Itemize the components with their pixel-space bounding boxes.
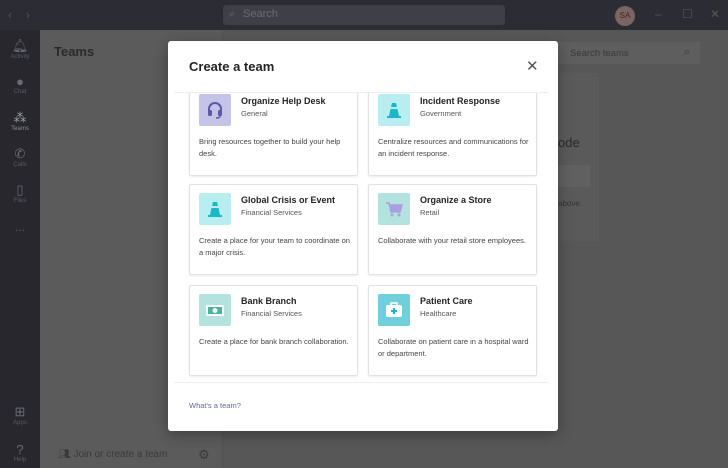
template-list[interactable]: Organize Help Desk General Bring resourc… [174, 92, 548, 383]
template-description: Create a place for your team to coordina… [199, 236, 350, 257]
avatar[interactable]: SA [615, 6, 635, 26]
rail-label: Teams [11, 126, 29, 132]
chat-icon: ● [16, 74, 24, 89]
template-category: Financial Services [241, 208, 302, 217]
create-team-dialog: Create a team ✕ Organize Help Desk Gener… [168, 41, 558, 431]
template-description: Collaborate with your retail store emplo… [378, 236, 526, 245]
back-icon[interactable]: ‹ [8, 8, 12, 22]
shopping-cart-icon [378, 193, 410, 225]
rail-apps[interactable]: ⊞ Apps [0, 404, 40, 426]
template-description: Centralize resources and communications … [378, 137, 529, 158]
headset-icon [199, 94, 231, 126]
template-card[interactable]: Patient Care Healthcare Collaborate on p… [368, 285, 537, 376]
template-card[interactable]: Incident Response Government Centralize … [368, 93, 537, 176]
add-team-icon: 👥︎ [58, 449, 74, 460]
template-name: Bank Branch [241, 296, 297, 306]
template-card[interactable]: Organize a Store Retail Collaborate with… [368, 184, 537, 275]
close-window-button[interactable]: ✕ [710, 7, 720, 21]
template-description: Collaborate on patient care in a hospita… [378, 337, 529, 358]
traffic-cone-icon [199, 193, 231, 225]
rail-chat[interactable]: ● Chat [0, 74, 40, 95]
traffic-cone-icon [378, 94, 410, 126]
template-name: Patient Care [420, 296, 473, 306]
teams-icon: ⁂ [13, 110, 27, 125]
more-icon: ... [14, 220, 25, 234]
join-label: Join or create a team [73, 449, 168, 460]
rail-help[interactable]: ? Help [0, 442, 40, 463]
rail-label: Apps [13, 420, 27, 426]
template-card[interactable]: Bank Branch Financial Services Create a … [189, 285, 358, 376]
search-icon: ⌕ [229, 8, 236, 20]
maximize-button[interactable]: ☐ [682, 7, 693, 21]
medical-kit-icon [378, 294, 410, 326]
app-rail: 🔔︎ Activity ● Chat ⁂ Teams ✆ Calls ▯ Files ..… [0, 30, 40, 468]
search-teams-placeholder: Search teams [570, 48, 629, 59]
teams-title: Teams [54, 44, 95, 59]
code-title: ode [558, 135, 580, 150]
rail-label: Calls [13, 162, 27, 168]
minimize-button[interactable]: – [655, 7, 662, 21]
template-category: Financial Services [241, 309, 302, 318]
close-icon[interactable]: ✕ [526, 57, 539, 75]
rail-label: Files [13, 198, 27, 204]
search-icon: ⌕ [683, 46, 690, 58]
template-category: Retail [420, 208, 440, 217]
gear-icon[interactable]: ⚙ [198, 447, 210, 463]
template-name: Organize Help Desk [241, 96, 326, 106]
phone-icon: ✆ [14, 146, 26, 161]
dialog-title: Create a team [189, 59, 275, 74]
rail-label: Chat [13, 89, 27, 95]
apps-icon: ⊞ [14, 404, 26, 419]
search-placeholder: Search [243, 8, 278, 20]
search-input[interactable]: ⌕ Search [223, 5, 505, 25]
file-icon: ▯ [16, 182, 24, 197]
template-description: Bring resources together to build your h… [199, 137, 341, 158]
whats-a-team-link[interactable]: What's a team? [189, 401, 241, 410]
template-category: Government [420, 109, 462, 118]
template-name: Global Crisis or Event [241, 195, 336, 205]
forward-icon[interactable]: › [26, 8, 30, 22]
bell-icon: 🔔︎ [11, 38, 29, 53]
rail-more[interactable]: ... [0, 220, 40, 234]
template-name: Incident Response [420, 96, 501, 106]
template-card[interactable]: Organize Help Desk General Bring resourc… [189, 93, 358, 176]
join-create-team-button[interactable]: 👥︎ Join or create a team [58, 449, 167, 460]
rail-files[interactable]: ▯ Files [0, 182, 40, 204]
template-description: Create a place for bank branch collabora… [199, 337, 349, 346]
banknote-icon [199, 294, 231, 326]
help-icon: ? [16, 442, 24, 457]
template-category: General [241, 109, 268, 118]
code-hint: above. [558, 199, 583, 208]
rail-teams[interactable]: ⁂ Teams [0, 110, 40, 132]
search-teams-input[interactable]: Search teams ⌕ [558, 42, 700, 64]
title-bar: ‹ › ⌕ Search SA – ☐ ✕ [0, 0, 728, 30]
template-category: Healthcare [420, 309, 457, 318]
rail-label: Activity [10, 54, 30, 60]
rail-calls[interactable]: ✆ Calls [0, 146, 40, 168]
rail-label: Help [13, 457, 27, 463]
template-name: Organize a Store [420, 195, 492, 205]
template-card[interactable]: Global Crisis or Event Financial Service… [189, 184, 358, 275]
rail-activity[interactable]: 🔔︎ Activity [0, 38, 40, 60]
